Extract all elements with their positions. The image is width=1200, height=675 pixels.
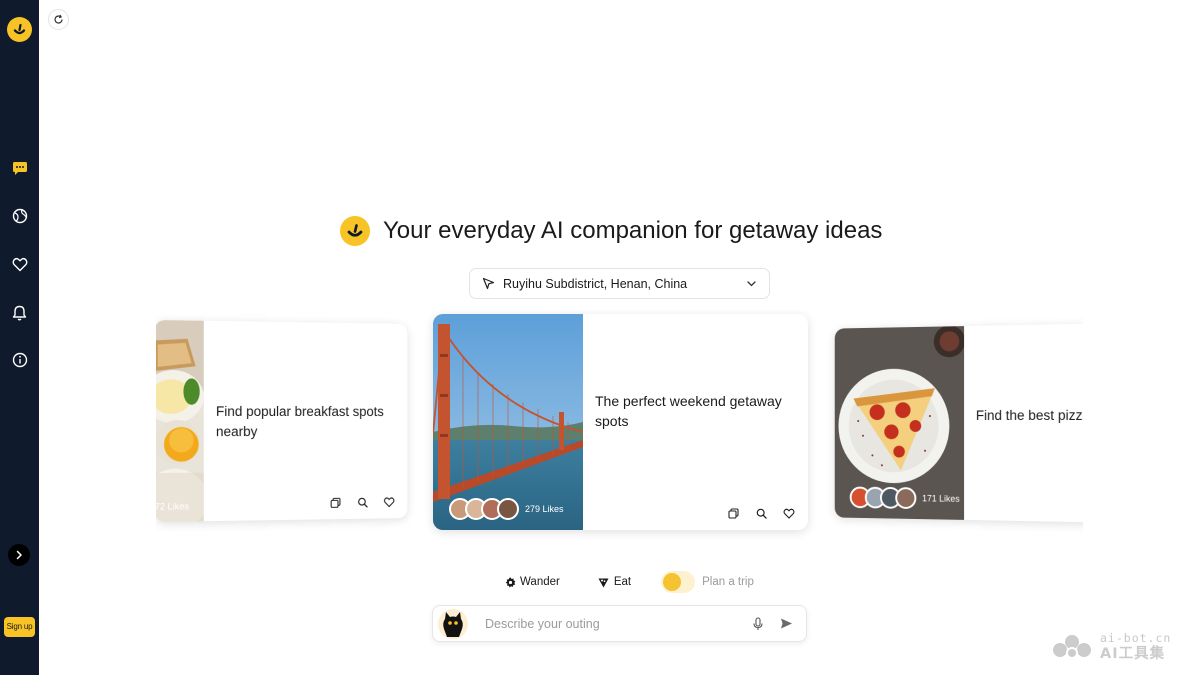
suggestion-card[interactable]: 279 Likes The perfect weekend getaway sp…	[433, 314, 808, 530]
chat-input[interactable]	[485, 616, 750, 631]
copy-button[interactable]	[328, 495, 342, 509]
copy-icon	[330, 497, 341, 508]
chat-icon	[12, 162, 27, 175]
mode-wander-label: Wander	[520, 576, 560, 588]
sidebar-item-chat[interactable]	[10, 159, 29, 178]
copy-button[interactable]	[726, 506, 740, 520]
card-photo: 72 Likes	[156, 320, 204, 522]
page-title: Your everyday AI companion for getaway i…	[383, 217, 883, 244]
mode-eat-label: Eat	[613, 576, 632, 588]
card-title: The perfect weekend getaway spots	[595, 393, 782, 429]
pizza-slice-icon	[598, 576, 610, 588]
navigation-arrow-icon	[482, 277, 495, 290]
watermark: ai-bot.cn AI工具集	[1050, 630, 1171, 662]
cat-avatar	[438, 608, 468, 639]
card-title: Find the best pizza near me	[975, 407, 1083, 423]
search-icon	[756, 508, 767, 519]
refresh-icon	[54, 14, 63, 24]
breakfast-photo	[156, 320, 204, 522]
watermark-brand: AI工具集	[1100, 646, 1166, 662]
send-icon	[780, 618, 792, 629]
likes-group: 279 Likes	[449, 498, 564, 520]
gear-icon	[504, 576, 516, 588]
mode-selector: Wander Eat Plan a trip	[504, 571, 754, 593]
sidebar: Sign up	[0, 0, 39, 675]
microphone-icon	[753, 616, 763, 630]
card-actions	[328, 495, 396, 510]
info-icon	[12, 352, 27, 367]
sidebar-item-about[interactable]	[10, 350, 29, 369]
smile-logo-icon	[13, 23, 26, 35]
likes-count: 72 Likes	[156, 501, 190, 512]
app-logo[interactable]	[7, 17, 32, 42]
plan-trip-label: Plan a trip	[702, 576, 754, 588]
heart-icon	[383, 496, 394, 507]
hero-logo	[340, 216, 370, 246]
toggle-knob	[663, 573, 682, 591]
suggestion-card[interactable]: 171 Likes Find the best pizza near me	[834, 323, 1083, 523]
card-body: The perfect weekend getaway spots	[583, 314, 808, 530]
likes-group: 171 Likes	[849, 486, 960, 510]
expand-sidebar-button[interactable]	[8, 544, 30, 566]
cat-icon	[443, 611, 463, 637]
watermark-logo-icon	[1053, 635, 1091, 659]
watermark-url: ai-bot.cn	[1100, 631, 1172, 645]
location-select[interactable]: Ruyihu Subdistrict, Henan, China	[469, 268, 770, 299]
likes-count: 279 Likes	[525, 504, 564, 514]
send-button[interactable]	[778, 616, 794, 632]
card-body: Find the best pizza near me	[964, 323, 1083, 522]
watermark-text: ai-bot.cn AI工具集	[1100, 630, 1171, 662]
sidebar-item-notifications[interactable]	[10, 303, 29, 322]
voice-input-button[interactable]	[750, 616, 766, 632]
heart-icon	[783, 508, 795, 519]
mode-eat[interactable]: Eat	[598, 576, 631, 588]
like-button[interactable]	[382, 495, 395, 509]
search-button[interactable]	[754, 506, 768, 520]
avatar	[895, 487, 917, 510]
avatar	[497, 498, 519, 520]
plan-trip-toggle[interactable]	[661, 571, 696, 593]
card-actions	[726, 506, 796, 520]
likes-count: 171 Likes	[922, 493, 960, 504]
card-body: Find popular breakfast spots nearby	[204, 321, 408, 521]
hero: Your everyday AI companion for getaway i…	[340, 212, 882, 250]
likes-group: 72 Likes	[156, 501, 189, 512]
copy-icon	[727, 507, 739, 519]
card-title: Find popular breakfast spots nearby	[215, 403, 384, 440]
bell-icon	[12, 305, 27, 320]
mode-wander[interactable]: Wander	[504, 576, 560, 588]
sidebar-item-explore[interactable]	[10, 206, 29, 225]
heart-icon	[12, 257, 27, 272]
card-photo: 171 Likes	[834, 326, 965, 520]
card-photo: 279 Likes	[433, 314, 583, 530]
sign-up-button[interactable]: Sign up	[4, 617, 35, 637]
chat-input-bar	[432, 605, 807, 642]
location-value: Ruyihu Subdistrict, Henan, China	[503, 276, 688, 291]
search-icon	[357, 496, 368, 507]
smile-logo-icon	[347, 224, 363, 237]
chevron-down-icon	[747, 281, 756, 287]
chevron-right-icon	[16, 550, 22, 560]
new-chat-button[interactable]	[48, 9, 69, 30]
suggestion-card[interactable]: 72 Likes Find popular breakfast spots ne…	[156, 320, 408, 522]
search-button[interactable]	[355, 495, 369, 509]
suggestion-carousel: 72 Likes Find popular breakfast spots ne…	[156, 310, 1083, 550]
sidebar-item-favorites[interactable]	[10, 255, 29, 274]
globe-icon	[12, 208, 27, 223]
like-button[interactable]	[782, 506, 796, 520]
